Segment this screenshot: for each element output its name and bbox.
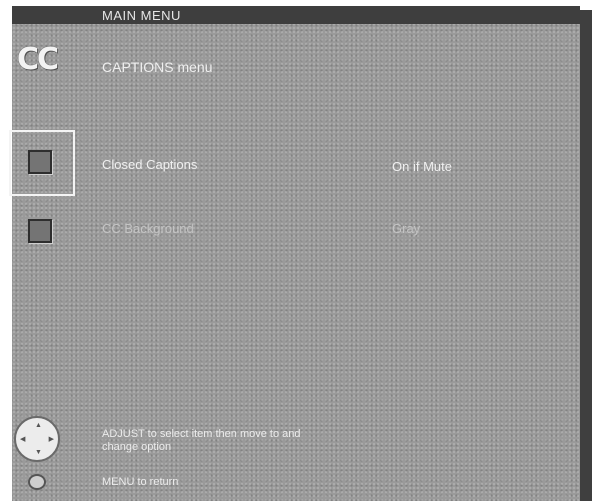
menu-button-icon — [28, 474, 46, 490]
joystick-icon: ▲ ▼ ◀ ▶ — [14, 416, 60, 462]
adjust-help-text: ADJUST to select item then move to and c… — [102, 428, 301, 453]
closed-captions-icon: CC — [17, 42, 59, 77]
cc-background-label[interactable]: CC Background — [102, 221, 194, 236]
arrow-up-icon: ▲ — [35, 422, 42, 429]
arrow-right-icon: ▶ — [48, 436, 54, 443]
page-title: MAIN MENU — [102, 8, 181, 23]
cc-background-option-icon[interactable] — [28, 219, 52, 243]
header-bar — [12, 6, 580, 24]
closed-captions-label[interactable]: Closed Captions — [102, 157, 197, 172]
screen-shadow — [580, 10, 592, 501]
osd-screen — [12, 6, 580, 501]
closed-captions-value[interactable]: On if Mute — [392, 159, 452, 174]
menu-return-help-text: MENU to return — [102, 476, 179, 488]
menu-heading: CAPTIONS menu — [102, 59, 213, 75]
cc-background-value[interactable]: Gray — [392, 221, 420, 236]
arrow-left-icon: ◀ — [20, 436, 26, 443]
arrow-down-icon: ▼ — [35, 449, 42, 456]
closed-captions-option-icon[interactable] — [28, 150, 52, 174]
